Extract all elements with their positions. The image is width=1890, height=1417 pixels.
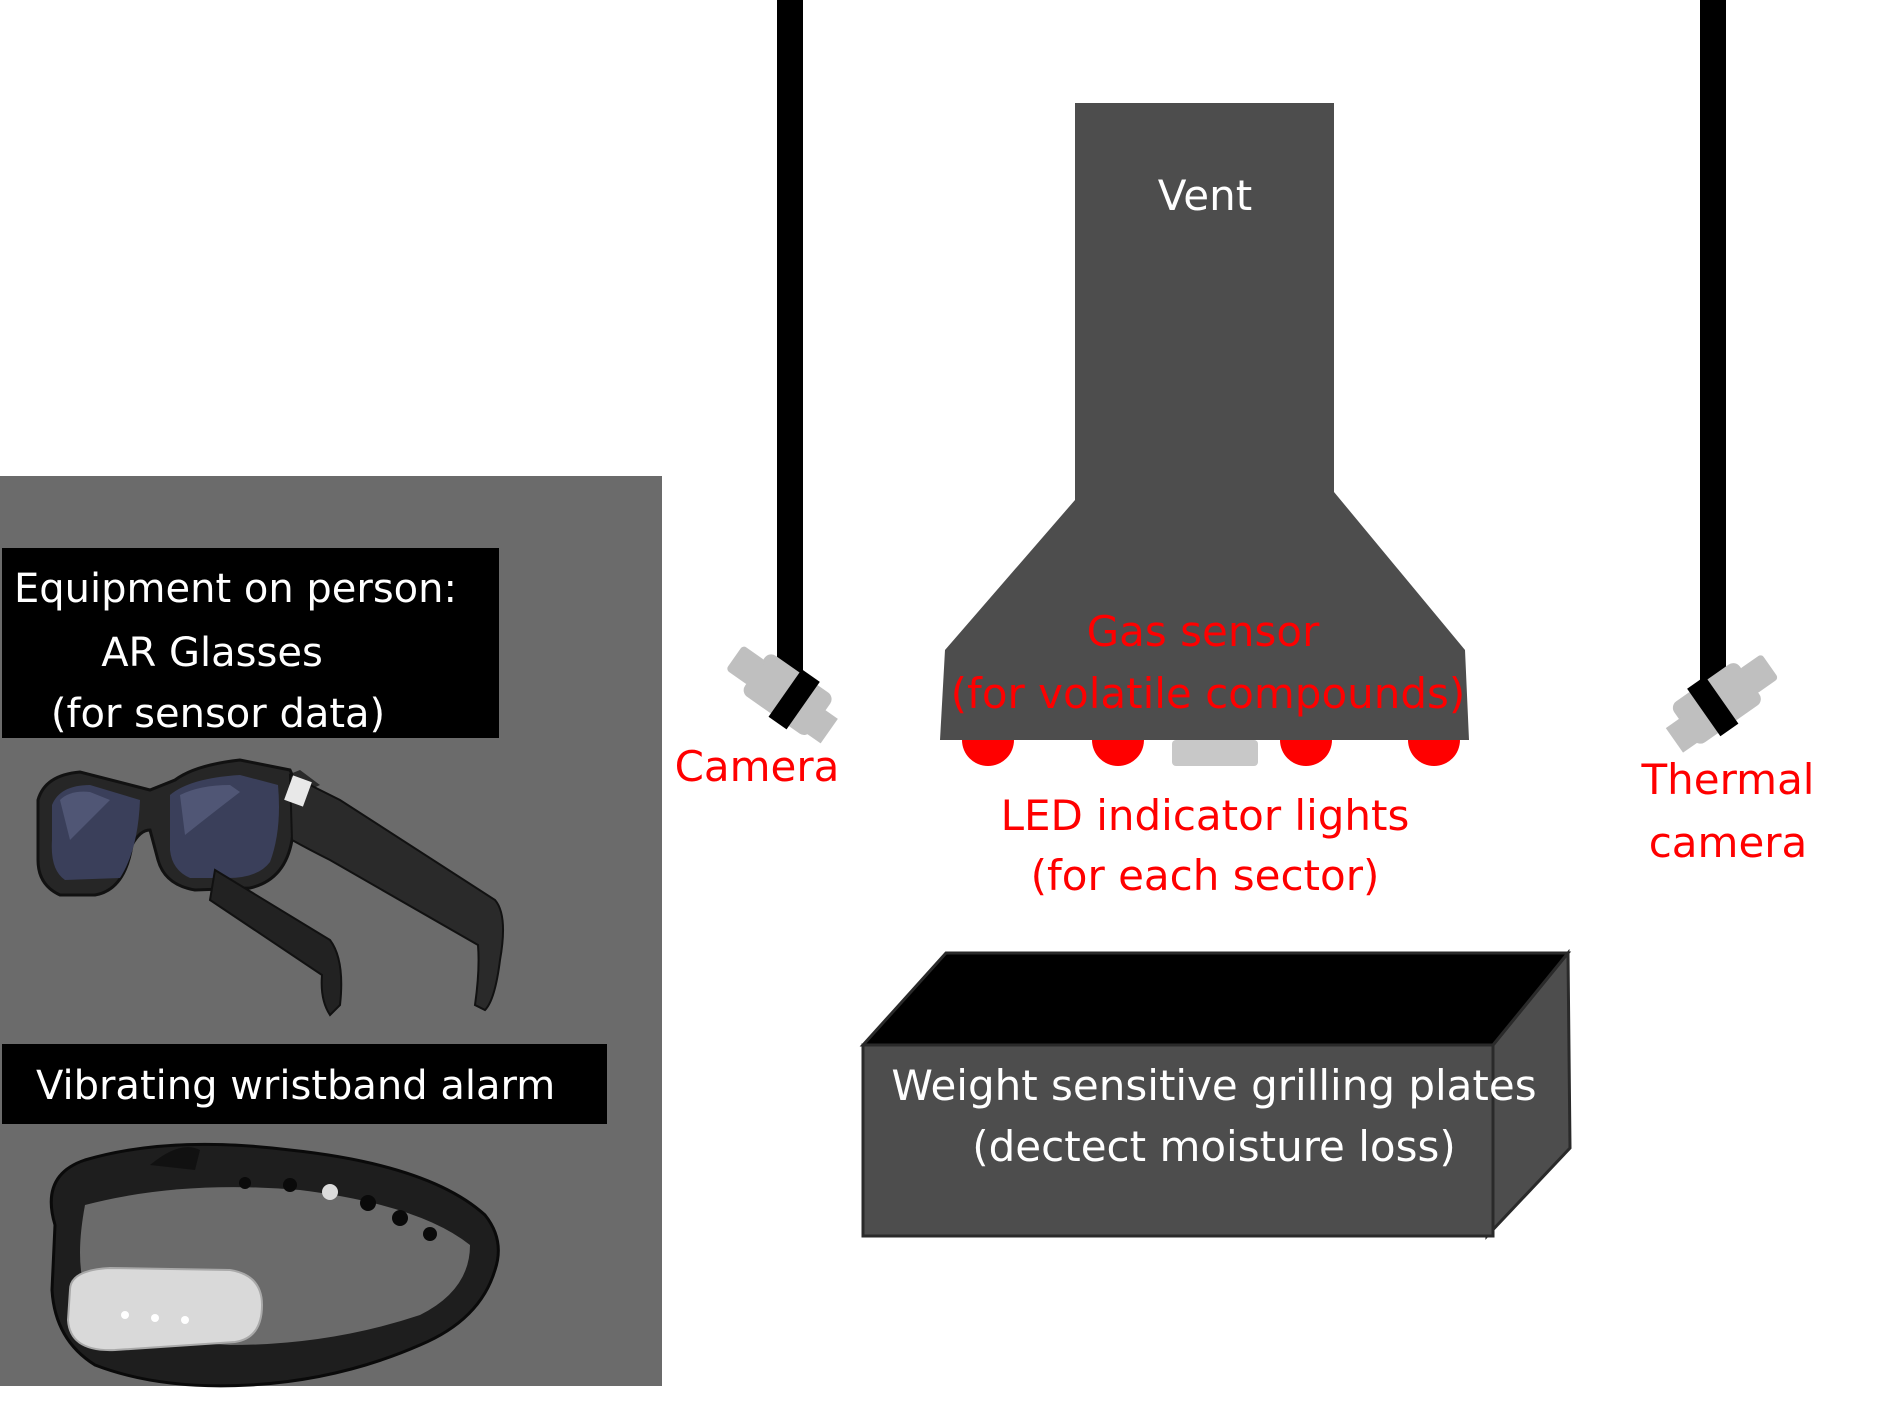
grill-label-line1: Weight sensitive grilling plates [891,1061,1536,1110]
grill-label-line2: (dectect moisture loss) [972,1122,1456,1171]
grill-top-opening [859,951,1572,1047]
equipment-panel: Equipment on person: AR Glasses (for sen… [0,476,662,1388]
thermal-camera-label-line1: Thermal [1641,755,1815,804]
camera-assembly: Camera [675,0,840,791]
led-light [1280,740,1332,766]
gas-sensor-note: (for volatile compounds) [951,669,1466,718]
thermal-camera-label-line2: camera [1649,818,1808,867]
camera-label: Camera [675,742,840,791]
kitchen-sensor-diagram: Equipment on person: AR Glasses (for sen… [0,0,1815,1388]
led-light [1408,740,1460,766]
wristband-alarm-label: Vibrating wristband alarm [36,1063,555,1109]
led-light [1092,740,1144,766]
led-light [962,740,1014,766]
grill-box: Weight sensitive grilling plates (dectec… [859,948,1572,1240]
led-center-mount [1172,740,1258,766]
vent-hood: Vent Gas sensor (for volatile compounds)… [940,103,1469,900]
led-indicator-label: LED indicator lights [1001,791,1410,840]
camera-pole [777,0,803,682]
vent-label: Vent [1158,171,1252,220]
thermal-camera-assembly: Thermal camera [1641,0,1815,867]
led-indicator-note: (for each sector) [1031,851,1380,900]
gas-sensor-label: Gas sensor [1087,607,1320,656]
led-lights [962,740,1460,766]
thermal-camera-pole [1700,0,1726,690]
equipment-heading: Equipment on person: [14,566,457,612]
ar-glasses-label: AR Glasses [101,630,323,676]
ar-glasses-note: (for sensor data) [51,691,385,737]
